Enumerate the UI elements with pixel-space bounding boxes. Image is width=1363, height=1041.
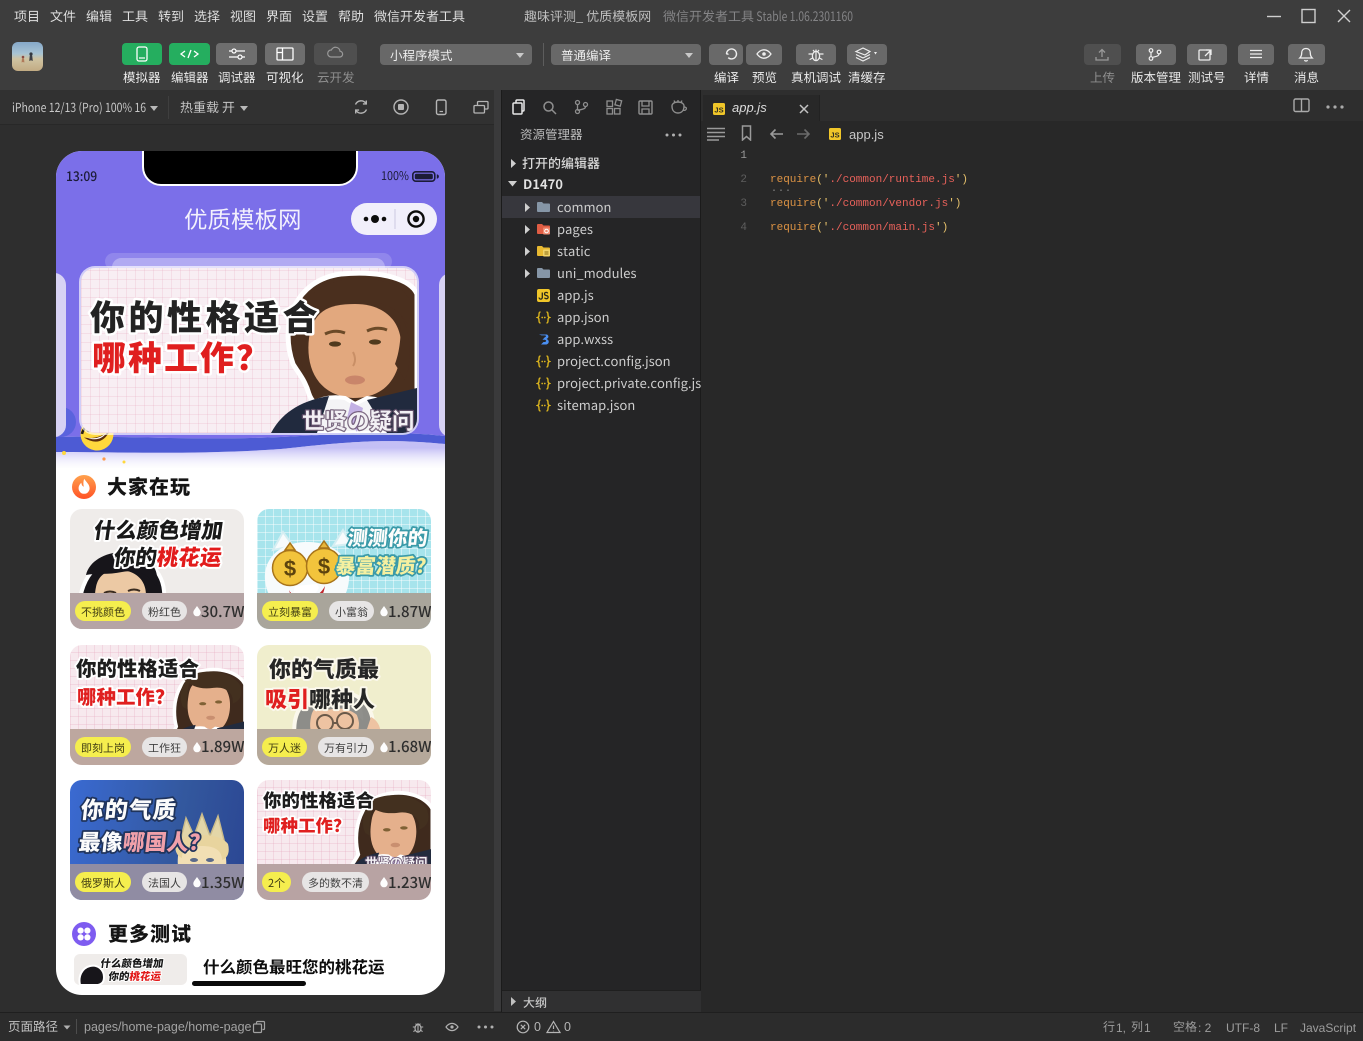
svg-text:$: $ bbox=[284, 556, 296, 581]
svg-text:JS: JS bbox=[830, 131, 839, 140]
svg-text:JS: JS bbox=[714, 106, 723, 115]
svg-text:$: $ bbox=[318, 554, 330, 579]
